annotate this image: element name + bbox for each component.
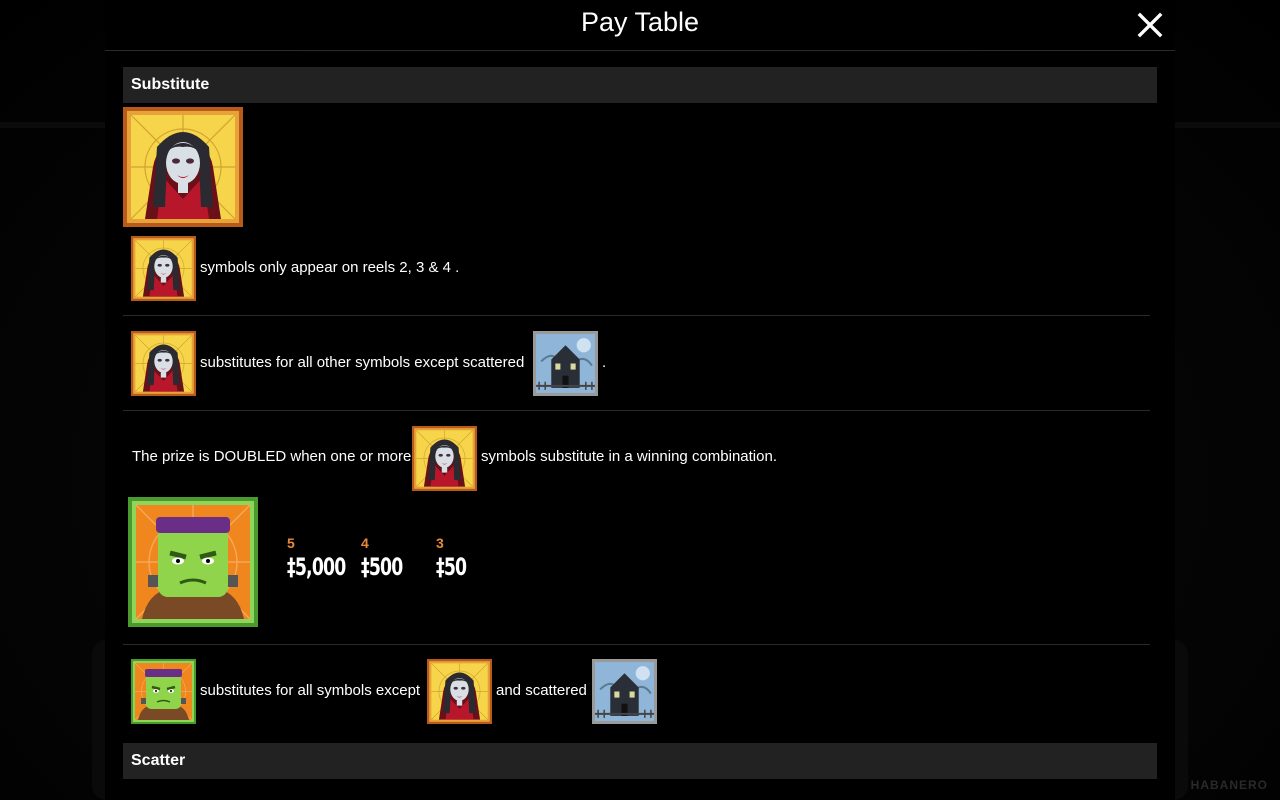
vampire-wild-icon <box>123 107 243 227</box>
divider <box>123 315 1150 316</box>
section-header-scatter: Scatter <box>123 743 1157 779</box>
reels-info-text: symbols only appear on reels 2, 3 & 4 . <box>200 259 460 276</box>
frank-info-text-middle: and scattered <box>496 682 587 699</box>
haunted-house-scatter-icon <box>533 331 598 396</box>
haunted-house-scatter-icon <box>592 659 657 724</box>
vampire-wild-icon <box>131 331 196 396</box>
divider <box>123 410 1150 411</box>
pay-count: 4 <box>361 535 369 551</box>
frankenstein-wild-icon <box>131 659 196 724</box>
vampire-wild-icon <box>131 236 196 301</box>
vampire-wild-icon <box>412 426 477 491</box>
pay-count: 5 <box>287 535 295 551</box>
pay-entry-5: 5 ‡5,000 <box>287 535 360 581</box>
section-header-substitute: Substitute <box>123 67 1157 103</box>
close-icon[interactable] <box>1133 8 1167 42</box>
doubled-info-text-end: symbols substitute in a winning combinat… <box>481 448 777 465</box>
pay-value: ‡5,000 <box>287 553 346 581</box>
paytable-content[interactable]: Substitute symbols only appear on reels … <box>105 52 1175 800</box>
frank-info-text: substitutes for all symbols except <box>200 682 421 699</box>
frankenstein-wild-icon <box>128 497 258 627</box>
divider <box>123 644 1150 645</box>
pay-entry-4: 4 ‡500 <box>361 535 413 581</box>
pay-value: ‡50 <box>436 553 467 581</box>
header: Pay Table <box>105 0 1175 51</box>
substitutes-info-end: . <box>602 354 607 371</box>
page-title: Pay Table <box>580 7 700 37</box>
doubled-info-text: The prize is DOUBLED when one or more <box>132 448 412 465</box>
pay-value: ‡500 <box>361 553 403 581</box>
substitutes-info-text: substitutes for all other symbols except… <box>200 354 525 371</box>
pay-count: 3 <box>436 535 444 551</box>
watermark: HABANERO <box>1190 778 1268 792</box>
vampire-wild-icon <box>427 659 492 724</box>
pay-entry-3: 3 ‡50 <box>436 535 474 581</box>
